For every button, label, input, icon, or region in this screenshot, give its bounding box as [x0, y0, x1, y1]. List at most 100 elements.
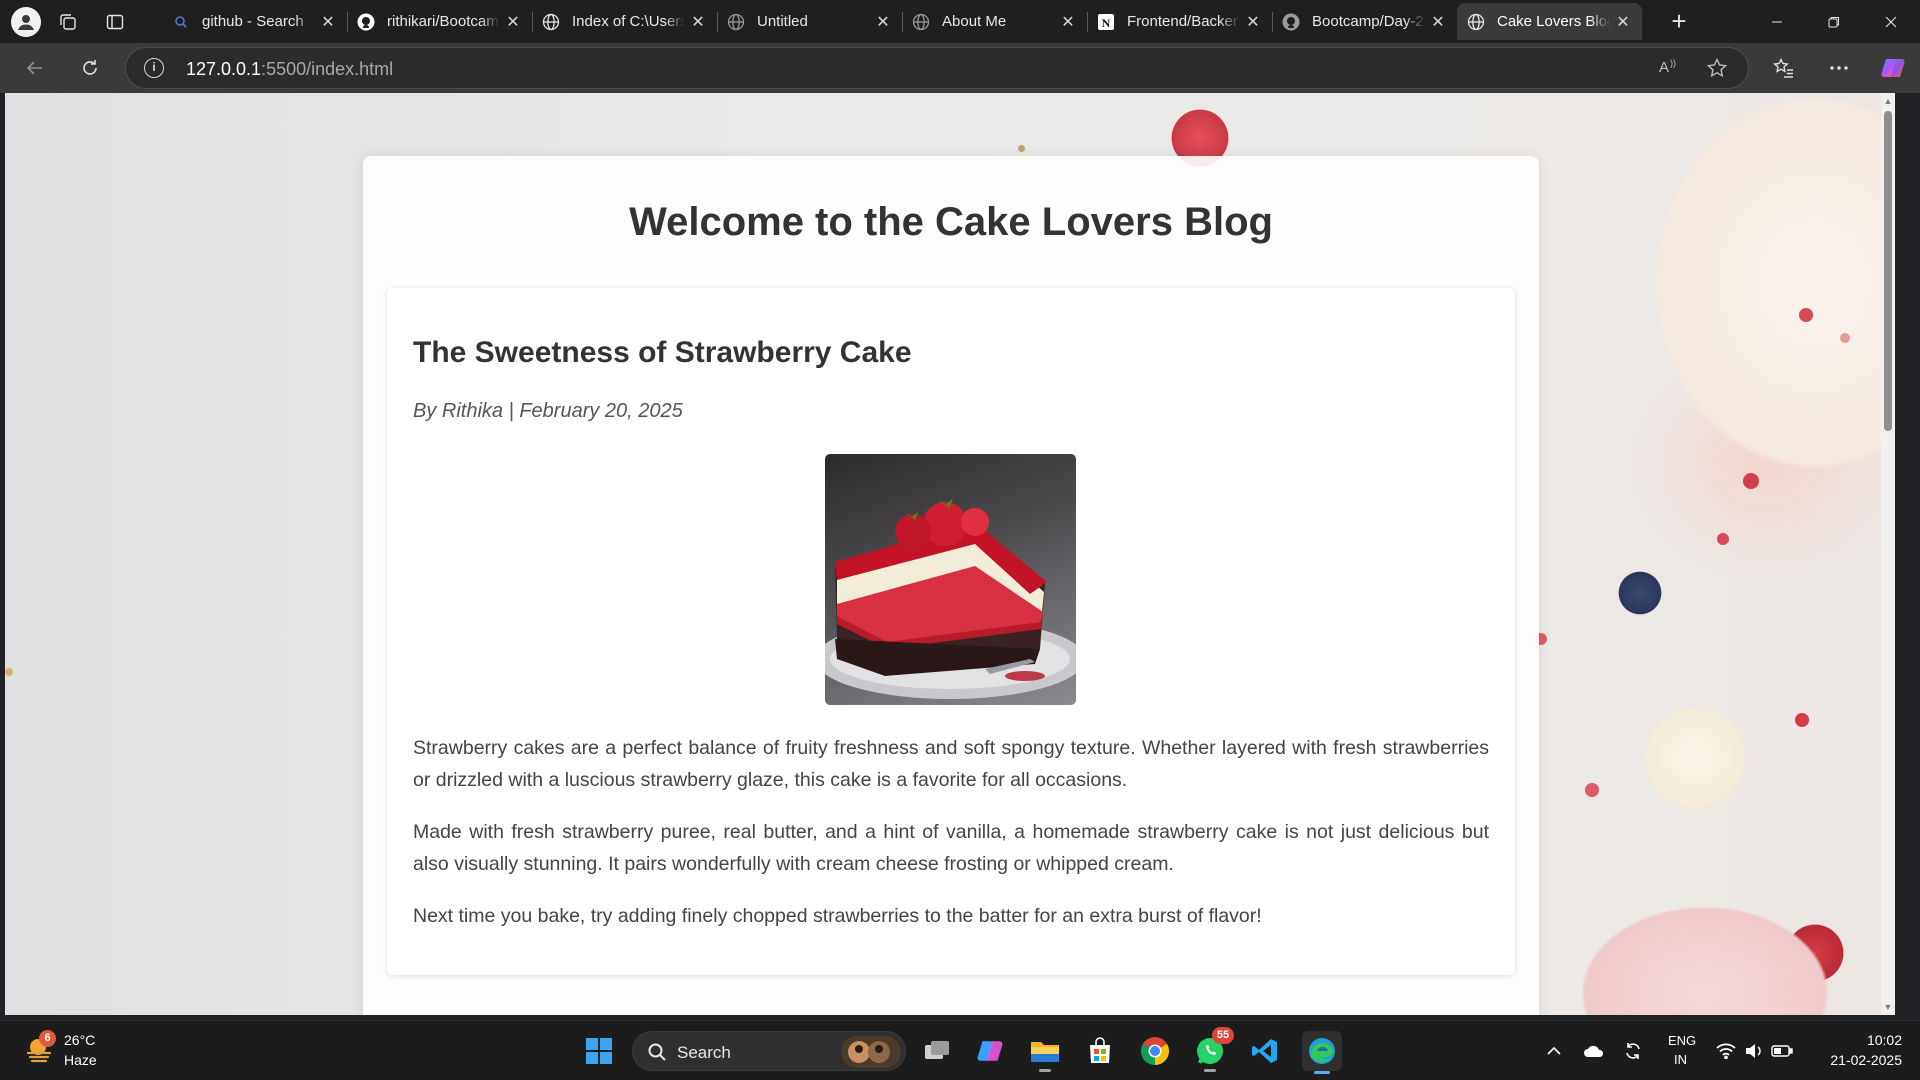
tab-frontend-backend[interactable]: N Frontend/Backend ✕ — [1087, 3, 1272, 40]
more-menu-icon[interactable] — [1822, 52, 1856, 84]
scrollbar-thumb[interactable] — [1884, 111, 1892, 431]
tab-title: Index of C:\Users\ — [572, 13, 685, 30]
close-icon[interactable]: ✕ — [1614, 13, 1632, 31]
close-icon[interactable]: ✕ — [874, 13, 892, 31]
background-decoration — [1018, 145, 1025, 152]
github-icon — [1282, 13, 1300, 31]
tab-title: Untitled — [757, 13, 808, 30]
copilot-icon[interactable] — [1876, 52, 1910, 84]
post-paragraph: Strawberry cakes are a perfect balance o… — [413, 737, 1489, 791]
url-host: 127.0.0.1 — [186, 59, 262, 79]
new-tab-button[interactable]: + — [1664, 7, 1694, 37]
taskbar-search[interactable]: Search — [632, 1031, 906, 1071]
profile-avatar-icon[interactable] — [11, 6, 41, 37]
tab-title: Frontend/Backend — [1127, 13, 1240, 30]
post-title: The Sweetness of Strawberry Cake — [413, 336, 912, 369]
input-region[interactable]: IN — [1674, 1052, 1687, 1067]
tab-cake-lovers-blog[interactable]: Cake Lovers Blog ✕ — [1457, 3, 1642, 40]
close-icon[interactable]: ✕ — [1059, 13, 1077, 31]
chevron-up-icon[interactable] — [1540, 1037, 1568, 1065]
globe-icon — [912, 13, 930, 31]
battery-icon[interactable] — [1768, 1037, 1796, 1065]
wifi-icon[interactable] — [1712, 1037, 1740, 1065]
background-decoration — [5, 668, 13, 676]
post-meta: By Rithika | February 20, 2025 — [413, 400, 683, 422]
file-explorer-icon[interactable] — [1027, 1033, 1063, 1072]
tab-title: Bootcamp/Day-2 — [1312, 13, 1424, 30]
post-paragraph: Next time you bake, try adding finely ch… — [413, 905, 1262, 927]
background-decoration — [1717, 533, 1729, 545]
search-highlight-icon — [841, 1036, 901, 1068]
search-label: Search — [677, 1043, 731, 1062]
input-language[interactable]: ENG — [1668, 1033, 1696, 1048]
close-icon[interactable]: ✕ — [319, 13, 337, 31]
background-decoration — [1795, 713, 1809, 727]
minimize-icon[interactable] — [1748, 0, 1805, 43]
weather-badge: 6 — [39, 1030, 56, 1047]
microsoft-store-icon[interactable] — [1082, 1033, 1118, 1069]
post-paragraph: Made with fresh strawberry puree, real b… — [413, 821, 1489, 875]
tab-rithikari-bootcamp[interactable]: rithikari/Bootcamp ✕ — [347, 3, 532, 40]
tab-title: Cake Lovers Blog — [1497, 13, 1610, 30]
search-icon — [648, 1043, 666, 1061]
vscode-icon[interactable] — [1247, 1033, 1283, 1069]
clock-time[interactable]: 10:02 — [1858, 1032, 1902, 1048]
notification-badge: 55 — [1212, 1027, 1234, 1044]
active-app-indicator — [1314, 1071, 1330, 1074]
tab-title: github - Search — [202, 13, 304, 30]
read-aloud-icon[interactable]: A)) — [1658, 57, 1680, 82]
favorite-star-icon[interactable] — [1706, 57, 1728, 84]
back-arrow-icon[interactable] — [18, 52, 52, 84]
workspaces-icon[interactable] — [48, 5, 88, 39]
tab-index-of[interactable]: Index of C:\Users\ ✕ — [532, 3, 717, 40]
weather-condition[interactable]: Haze — [64, 1052, 97, 1068]
windows-start-icon[interactable] — [581, 1033, 617, 1069]
github-icon — [357, 13, 375, 31]
copilot-app-icon[interactable] — [972, 1033, 1008, 1069]
globe-icon — [727, 13, 745, 31]
windows-taskbar: 6 26°C Haze Search 55 ENG IN 10:02 21-02… — [0, 1020, 1920, 1080]
svg-text:A: A — [1659, 59, 1669, 76]
restore-icon[interactable] — [1805, 0, 1862, 43]
tab-github-search[interactable]: github - Search ✕ — [162, 3, 347, 40]
url-text[interactable]: 127.0.0.1:5500/index.html — [186, 59, 393, 80]
browser-toolbar: i 127.0.0.1:5500/index.html A)) — [0, 43, 1920, 93]
weather-temp[interactable]: 26°C — [64, 1032, 95, 1048]
volume-icon[interactable] — [1740, 1037, 1768, 1065]
tab-title: rithikari/Bootcamp — [387, 13, 500, 30]
tab-about-me[interactable]: About Me ✕ — [902, 3, 1087, 40]
favorites-list-icon[interactable] — [1767, 52, 1801, 84]
tab-list: github - Search ✕ rithikari/Bootcamp ✕ I… — [162, 3, 1642, 40]
edge-icon[interactable] — [1302, 1031, 1342, 1074]
sync-icon[interactable] — [1619, 1037, 1647, 1065]
close-icon[interactable]: ✕ — [1429, 13, 1447, 31]
whatsapp-icon[interactable]: 55 — [1192, 1027, 1234, 1072]
url-path: :5500/index.html — [261, 59, 394, 79]
globe-icon — [1467, 13, 1485, 31]
vertical-tabs-icon[interactable] — [95, 5, 135, 39]
svg-text:N: N — [1102, 16, 1111, 30]
close-icon[interactable]: ✕ — [689, 13, 707, 31]
site-info-icon[interactable]: i — [144, 58, 164, 78]
vertical-scrollbar[interactable]: ▲ ▼ — [1881, 93, 1895, 1015]
task-view-icon[interactable] — [919, 1033, 955, 1069]
tab-untitled[interactable]: Untitled ✕ — [717, 3, 902, 40]
running-indicator — [1039, 1069, 1051, 1072]
tab-strip: github - Search ✕ rithikari/Bootcamp ✕ I… — [0, 0, 1920, 43]
close-icon[interactable]: ✕ — [1244, 13, 1262, 31]
clock-date[interactable]: 21-02-2025 — [1818, 1052, 1902, 1068]
scroll-up-arrow-icon[interactable]: ▲ — [1881, 93, 1895, 109]
address-bar[interactable]: i 127.0.0.1:5500/index.html A)) — [125, 47, 1749, 89]
onedrive-cloud-icon[interactable] — [1580, 1037, 1608, 1065]
background-decoration — [1799, 308, 1813, 322]
close-icon[interactable]: ✕ — [504, 13, 522, 31]
strawberry-cake-image — [825, 454, 1076, 705]
scroll-down-arrow-icon[interactable]: ▼ — [1881, 999, 1895, 1015]
close-window-icon[interactable] — [1862, 0, 1919, 43]
background-decoration — [1840, 333, 1850, 343]
refresh-icon[interactable] — [73, 52, 107, 84]
chrome-icon[interactable] — [1137, 1033, 1173, 1069]
page-viewport: Welcome to the Cake Lovers Blog The Swee… — [5, 93, 1895, 1015]
search-icon — [172, 13, 190, 31]
tab-bootcamp-day[interactable]: Bootcamp/Day-2 ✕ — [1272, 3, 1457, 40]
